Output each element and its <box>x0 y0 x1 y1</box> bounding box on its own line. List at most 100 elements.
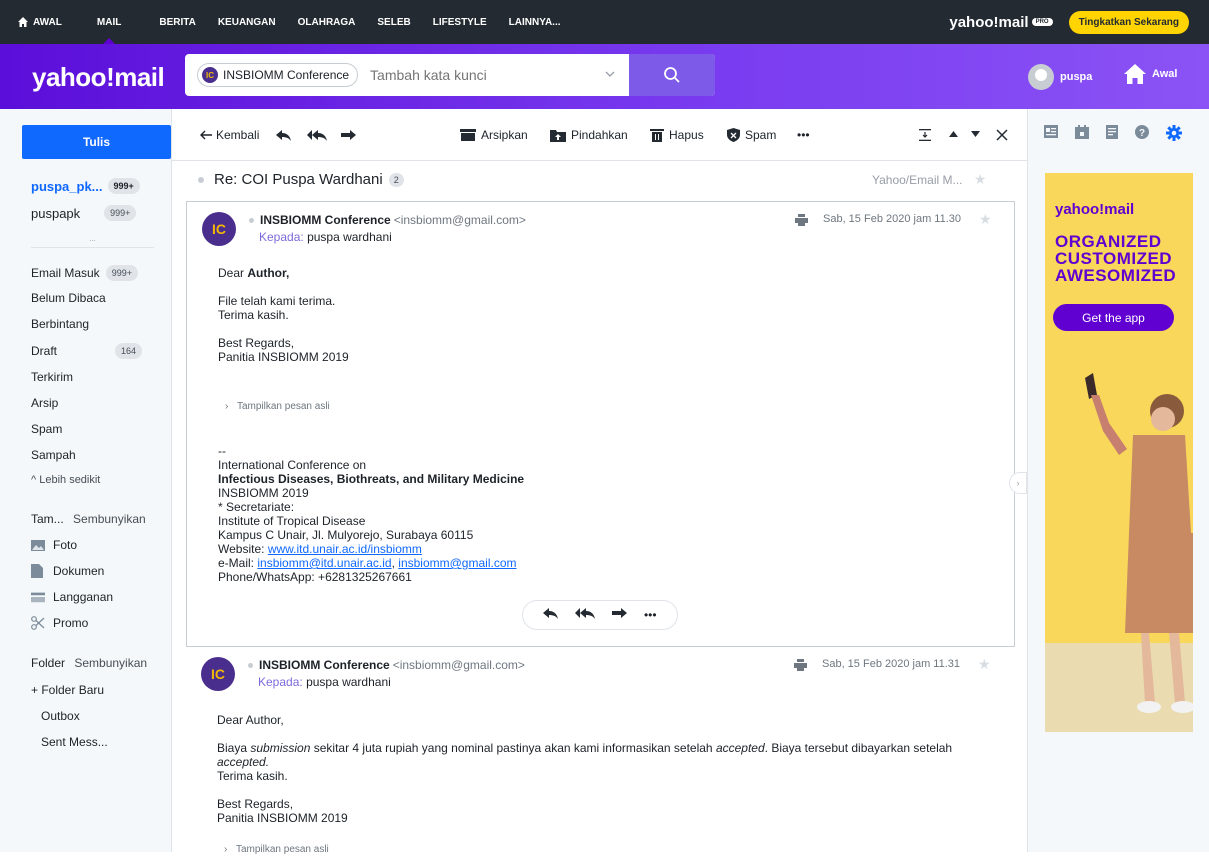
reply-icon[interactable] <box>543 606 559 624</box>
chevron-down-icon[interactable] <box>605 66 615 80</box>
settings-gear-icon[interactable] <box>1166 125 1182 141</box>
views-hide-link[interactable]: Sembunyikan <box>73 512 146 526</box>
star-icon[interactable]: ★ <box>974 171 987 187</box>
advertisement-banner[interactable]: yahoo!mail ORGANIZED CUSTOMIZED AWESOMIZ… <box>1045 173 1193 732</box>
folder-label: Belum Dibaca <box>31 291 106 305</box>
show-original-toggle[interactable]: › Tampilkan pesan asli <box>224 843 329 857</box>
folder-drafts[interactable]: Draft 164 <box>31 343 143 359</box>
folder-trash[interactable]: Sampah <box>31 448 76 462</box>
view-photos[interactable]: Foto <box>31 538 77 552</box>
folder-sent-messages[interactable]: Sent Mess... <box>41 735 108 749</box>
folder-starred[interactable]: Berbintang <box>31 317 89 331</box>
search-button[interactable] <box>629 54 715 96</box>
right-panel-toggle[interactable]: › <box>1009 472 1027 494</box>
folder-inbox[interactable]: Email Masuk 999+ <box>31 265 138 281</box>
folder-archive[interactable]: Arsip <box>31 396 58 410</box>
delete-button[interactable]: Hapus <box>650 128 704 142</box>
reply-icon[interactable] <box>276 130 291 141</box>
trash-icon <box>650 129 664 142</box>
more-icon[interactable]: ••• <box>644 608 657 622</box>
next-message-icon[interactable] <box>971 131 980 137</box>
search-chip[interactable]: IC INSBIOMM Conference <box>197 63 359 87</box>
help-icon[interactable]: ? <box>1135 125 1149 141</box>
sig-website: Website: www.itd.unair.ac.id/insbiomm <box>218 542 524 556</box>
close-icon[interactable] <box>996 129 1008 141</box>
folder-sent[interactable]: Terkirim <box>31 370 73 384</box>
collapse-icon[interactable] <box>919 129 931 141</box>
to-label: Kepada: <box>259 230 304 244</box>
thread-folder-text: Yahoo/Email M... <box>872 173 963 187</box>
search-input[interactable] <box>370 67 601 83</box>
forward-icon[interactable] <box>341 130 356 141</box>
print-icon[interactable] <box>795 213 808 231</box>
nav-more[interactable]: LAINNYA... <box>509 0 561 44</box>
contacts-icon[interactable] <box>1044 125 1058 141</box>
upgrade-button[interactable]: Tingkatkan Sekarang <box>1068 10 1189 34</box>
nav-finance[interactable]: KEUANGAN <box>218 0 276 44</box>
star-icon[interactable]: ★ <box>979 211 992 228</box>
view-documents[interactable]: Dokumen <box>31 564 104 578</box>
more-accounts[interactable]: ... <box>31 234 154 248</box>
nav-celeb[interactable]: SELEB <box>377 0 410 44</box>
yahoo-mail-brand[interactable]: yahoo!mail <box>949 14 1028 31</box>
more-actions-button[interactable]: ••• <box>797 128 810 142</box>
folder-outbox[interactable]: Outbox <box>41 709 80 723</box>
email-link[interactable]: insbiomm@itd.unair.ac.id <box>257 556 391 570</box>
view-subscriptions[interactable]: Langganan <box>31 590 113 604</box>
spam-button[interactable]: Spam <box>727 128 776 142</box>
chevron-right-icon: › <box>225 401 229 412</box>
show-less-link[interactable]: ^ Lebih sedikit <box>31 474 100 486</box>
compose-button[interactable]: Tulis <box>22 125 171 159</box>
account-primary[interactable]: puspa_pk... 999+ <box>31 178 140 194</box>
reply-all-icon[interactable] <box>575 606 596 624</box>
nav-lifestyle[interactable]: LIFESTYLE <box>433 0 487 44</box>
views-title: Tam... <box>31 512 64 526</box>
previous-message-icon[interactable] <box>949 131 958 137</box>
calendar-icon[interactable] <box>1075 125 1089 141</box>
message-count-badge: 2 <box>388 172 404 187</box>
show-original-toggle[interactable]: › Tampilkan pesan asli <box>225 400 330 414</box>
back-button[interactable]: Kembali <box>200 128 259 142</box>
chevron-right-icon: › <box>224 844 228 855</box>
view-promos[interactable]: Promo <box>31 616 88 630</box>
nav-sports[interactable]: OLAHRAGA <box>298 0 356 44</box>
new-folder-button[interactable]: + Folder Baru <box>31 683 104 697</box>
notepad-icon[interactable] <box>1106 125 1118 141</box>
message-actions: ••• <box>522 600 678 630</box>
email-link[interactable]: insbiomm@gmail.com <box>398 556 516 570</box>
website-link[interactable]: www.itd.unair.ac.id/insbiomm <box>268 542 422 556</box>
forward-icon[interactable] <box>612 606 628 624</box>
print-icon[interactable] <box>794 658 807 676</box>
top-nav-bar: AWAL MAIL BERITA KEUANGAN OLAHRAGA SELEB… <box>0 0 1209 44</box>
regards-line: Best Regards, <box>217 797 294 811</box>
nav-home[interactable]: AWAL <box>18 0 62 44</box>
account-secondary[interactable]: puspapk 999+ <box>31 205 137 221</box>
nav-news[interactable]: BERITA <box>159 0 195 44</box>
folders-hide-link[interactable]: Sembunyikan <box>74 656 147 670</box>
folders-title: Folder <box>31 656 66 670</box>
message-card: IC INSBIOMM Conference <insbiomm@gmail.c… <box>186 647 1015 855</box>
sig-email-label: e-Mail: <box>218 556 255 570</box>
unread-dot <box>198 176 204 183</box>
message-from[interactable]: INSBIOMM Conference <insbiomm@gmail.com> <box>248 658 525 672</box>
sig-line: Infectious Diseases, Biothreats, and Mil… <box>218 472 525 486</box>
mail-header: yahoo!mail IC INSBIOMM Conference puspa … <box>0 44 1209 109</box>
svg-text:?: ? <box>1139 128 1145 139</box>
message-from[interactable]: INSBIOMM Conference <insbiomm@gmail.com> <box>249 213 526 227</box>
star-icon[interactable]: ★ <box>978 656 991 673</box>
folder-spam[interactable]: Spam <box>31 422 62 436</box>
user-menu[interactable]: puspa <box>1028 64 1092 90</box>
home-icon <box>18 17 28 27</box>
reply-all-icon[interactable] <box>307 130 327 141</box>
move-button[interactable]: Pindahkan <box>550 128 628 142</box>
folder-unread[interactable]: Belum Dibaca <box>31 291 106 305</box>
body-italic: accepted. <box>217 755 270 769</box>
archive-button[interactable]: Arsipkan <box>460 128 528 142</box>
show-original-label: Tampilkan pesan asli <box>236 401 330 412</box>
yahoo-mail-logo[interactable]: yahoo!mail <box>32 62 165 93</box>
sig-line: Institute of Tropical Disease <box>218 514 366 528</box>
home-link[interactable]: Awal <box>1124 64 1177 84</box>
nav-mail[interactable]: MAIL <box>97 0 121 44</box>
sig-line: Kampus C Unair, Jl. Mulyorejo, Surabaya … <box>218 528 474 542</box>
recipient-name: puspa wardhani <box>306 675 391 689</box>
